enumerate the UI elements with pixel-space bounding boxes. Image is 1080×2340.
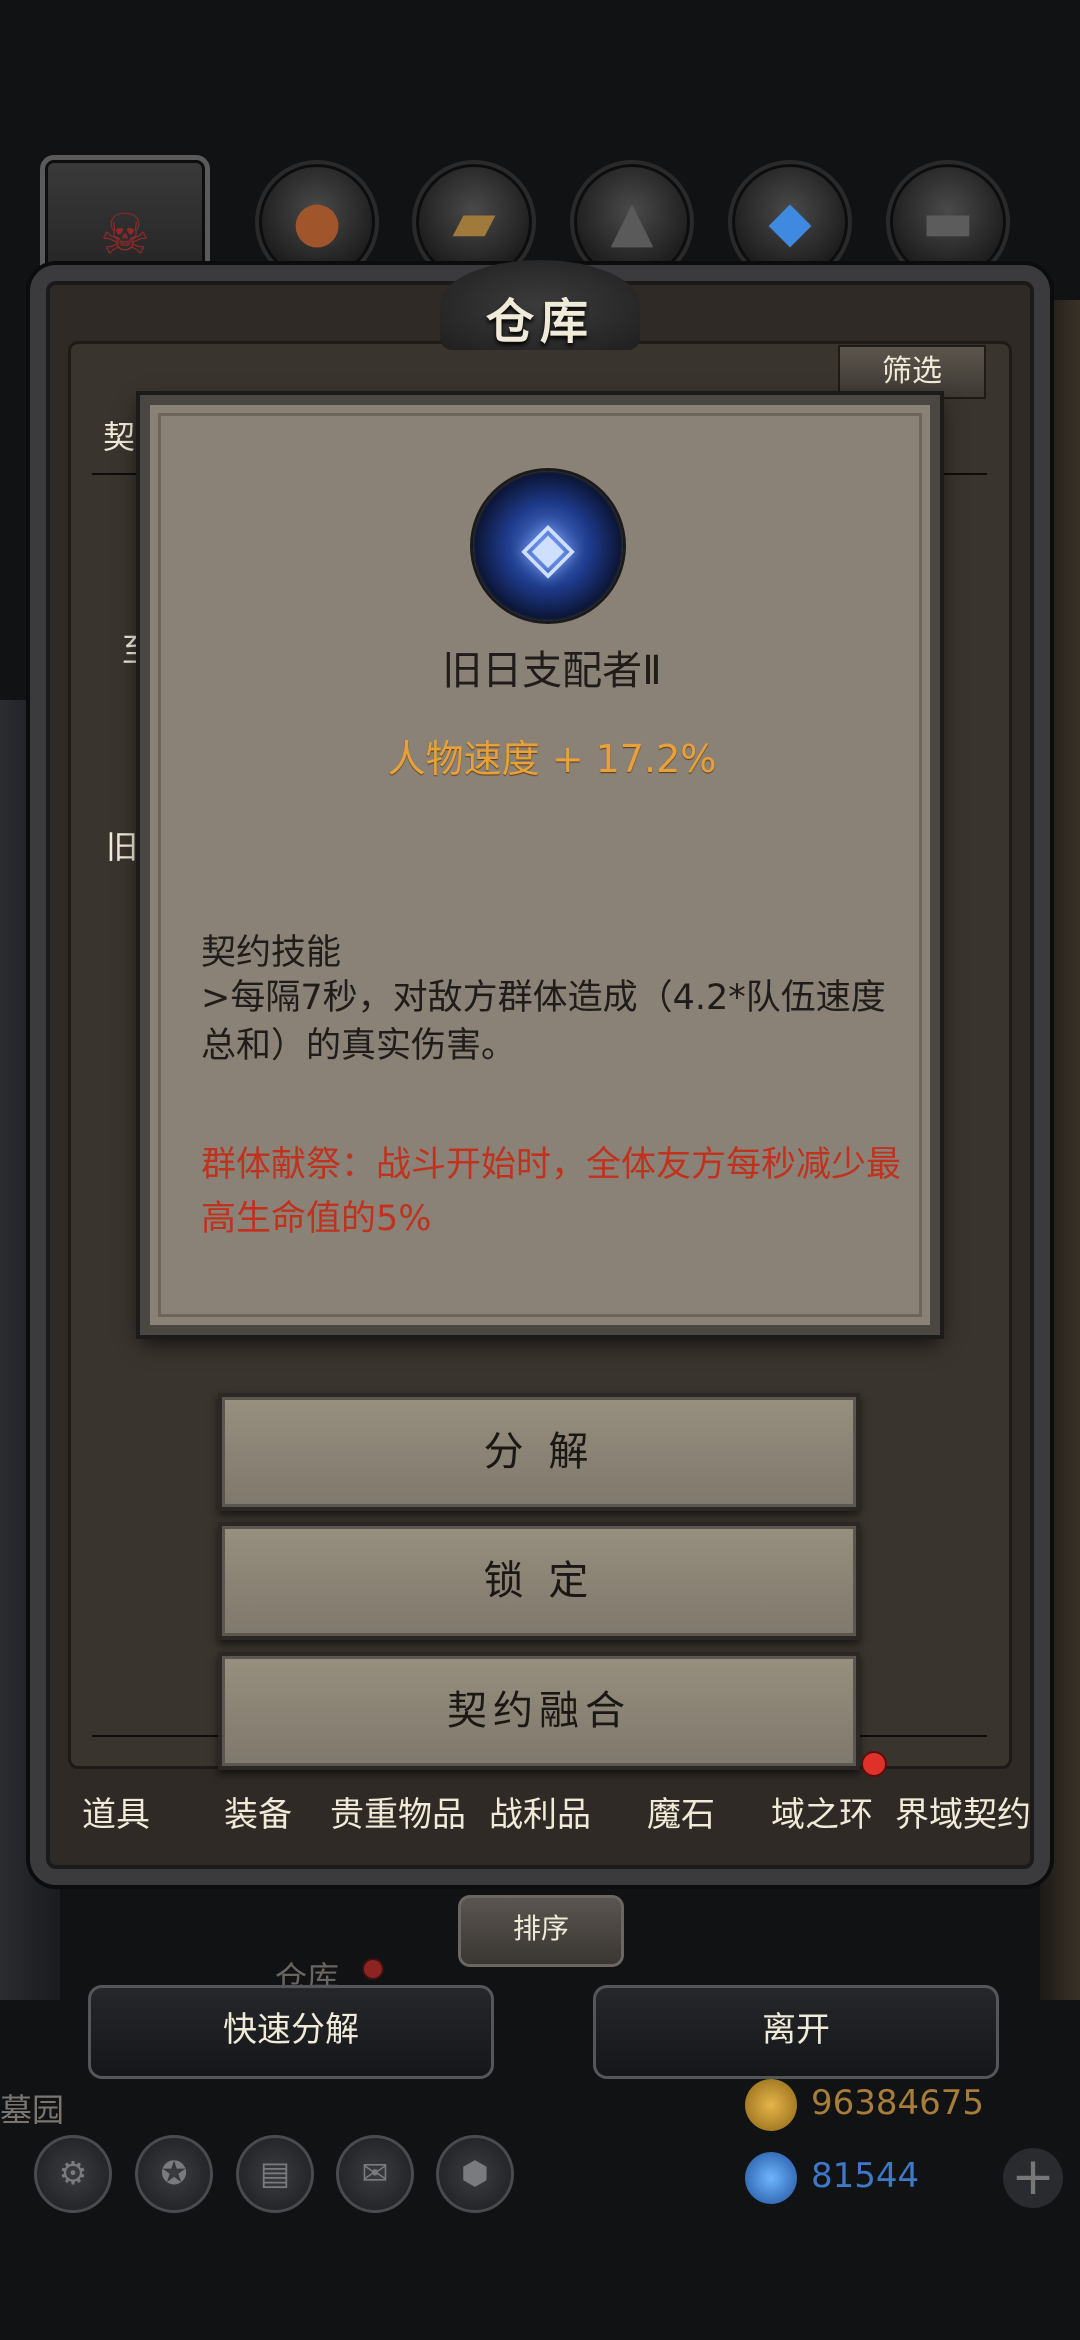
tab-items[interactable]: 道具 [82,1787,150,1836]
tab-magic-stones[interactable]: 魔石 [647,1787,715,1836]
nav-cube-icon[interactable]: ⬢ [436,2135,514,2213]
tab-realm-contracts[interactable]: 界域契约 [895,1787,1031,1836]
nav-scroll-icon[interactable]: ▤ [236,2135,314,2213]
contract-list-header: 契 [103,418,136,456]
nav-star-icon[interactable]: ✪ [135,2135,213,2213]
item-detail-popup: ◈ 旧日支配者Ⅱ 人物速度 + 17.2% 契约技能 >每隔7秒，对敌方群体造成… [140,395,940,1335]
gem-icon [745,2152,797,2204]
contract-fusion-button[interactable]: 契约融合 [218,1652,860,1770]
curse-description: 群体献祭：战斗开始时，全体友方每秒减少最高生命值的5% [201,1145,902,1239]
item-stat: 人物速度 + 17.2% [387,737,717,781]
gold-amount: 96384675 [811,2083,985,2123]
leave-button[interactable]: 离开 [593,1985,999,2079]
list-item-label[interactable]: 旧 [106,822,138,868]
lock-button[interactable]: 锁 定 [218,1522,860,1640]
skill-description: >每隔7秒，对敌方群体造成（4.2*队伍速度总和）的真实伤害。 [201,978,886,1066]
ore-icon: ▲ [610,189,654,255]
sort-button[interactable]: 排序 [458,1895,624,1967]
gem-amount: 81544 [811,2156,920,2196]
demon-mask-icon: ☠ [99,202,151,268]
add-currency-button[interactable]: + [1003,2148,1063,2208]
graveyard-label: 墓园 [0,2091,65,2129]
ingot-icon: ▬ [921,189,975,255]
popup-inner-border: ◈ 旧日支配者Ⅱ 人物速度 + 17.2% 契约技能 >每隔7秒，对敌方群体造成… [158,413,922,1317]
gold-coin-icon [745,2079,797,2131]
item-emblem-icon: ◈ [473,471,623,621]
nav-mail-icon[interactable]: ✉ [336,2135,414,2213]
eye-sigil-icon: ◈ [521,505,575,587]
crystal-icon: ◆ [768,189,812,255]
scroll-icon: ▰ [452,189,496,255]
filter-button[interactable]: 筛选 [838,345,986,399]
item-name: 旧日支配者Ⅱ [442,648,662,694]
tab-equipment[interactable]: 装备 [224,1787,292,1836]
quick-decompose-button[interactable]: 快速分解 [88,1985,494,2079]
page-title: 仓库 [485,294,594,350]
notification-dot [863,1753,885,1775]
tab-domain-rings[interactable]: 域之环 [771,1787,873,1836]
tab-loot[interactable]: 战利品 [489,1787,591,1836]
tab-valuables[interactable]: 贵重物品 [330,1787,466,1836]
skill-title: 契约技能 [201,933,342,973]
warehouse-bg-dot [364,1960,382,1978]
pouch-icon: ● [292,189,342,255]
nav-settings-icon[interactable]: ⚙ [34,2135,112,2213]
decompose-button[interactable]: 分 解 [218,1393,860,1511]
